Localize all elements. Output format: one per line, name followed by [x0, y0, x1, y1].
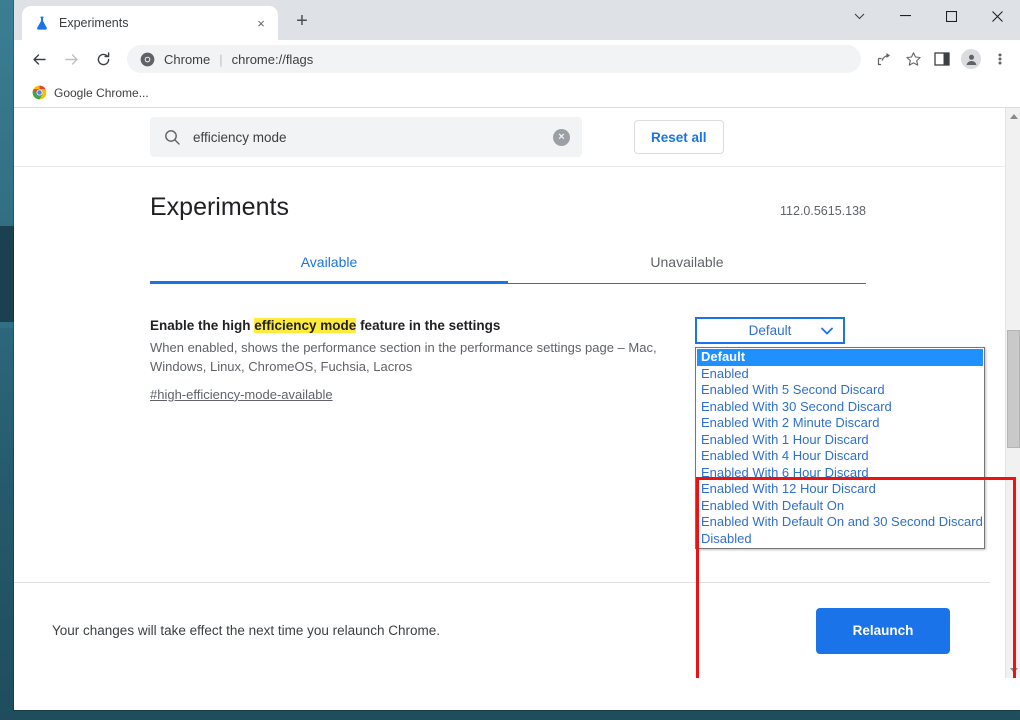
page-heading-row: Experiments 112.0.5615.138: [150, 193, 866, 222]
dropdown-option[interactable]: Enabled: [697, 366, 983, 383]
profile-avatar-icon[interactable]: [957, 45, 985, 73]
flag-info: Enable the high efficiency mode feature …: [150, 317, 670, 404]
tab-title: Experiments: [59, 16, 129, 30]
relaunch-message: Your changes will take effect the next t…: [52, 623, 440, 638]
search-input[interactable]: efficiency mode ×: [150, 117, 582, 157]
flask-icon: [37, 16, 47, 30]
dropdown-option[interactable]: Enabled With 2 Minute Discard: [697, 415, 983, 432]
omnibox-url-text: chrome://flags: [231, 51, 314, 67]
dropdown-option[interactable]: Enabled With 4 Hour Discard: [697, 448, 983, 465]
dropdown-option[interactable]: Enabled With 30 Second Discard: [697, 399, 983, 416]
dropdown-option[interactable]: Default: [697, 349, 983, 366]
bookmarks-bar: Google Chrome...: [14, 78, 1020, 108]
bookmark-label: Google Chrome...: [54, 85, 149, 100]
chrome-logo-icon: [32, 85, 47, 100]
dropdown-options-list[interactable]: Default Enabled Enabled With 5 Second Di…: [695, 347, 985, 549]
relaunch-bar: Your changes will take effect the next t…: [14, 582, 990, 678]
page-title: Experiments: [150, 193, 289, 221]
security-chip-label: Chrome: [164, 51, 211, 67]
chrome-version-label: 112.0.5615.138: [780, 204, 866, 218]
page-scrollbar[interactable]: [1005, 108, 1020, 678]
dropdown-option[interactable]: Enabled With 5 Second Discard: [697, 382, 983, 399]
flag-select-column: Default Default Enabled Enabled With 5 S…: [695, 317, 985, 549]
flags-body: Experiments 112.0.5615.138 Available Una…: [14, 193, 1005, 549]
back-button-icon[interactable]: [24, 44, 54, 74]
minimize-icon[interactable]: [882, 0, 928, 32]
side-panel-icon[interactable]: [928, 45, 956, 73]
chrome-logo-icon: [140, 52, 155, 66]
forward-button-icon[interactable]: [56, 44, 86, 74]
dropdown-option[interactable]: Enabled With 12 Hour Discard: [697, 481, 983, 498]
dropdown-option[interactable]: Enabled With 6 Hour Discard: [697, 465, 983, 482]
flag-description: When enabled, shows the performance sect…: [150, 340, 657, 375]
flags-tabs: Available Unavailable: [150, 244, 866, 284]
chrome-browser-window: Experiments × + Chrome | chrome://flags …: [14, 0, 1020, 710]
reload-button-icon[interactable]: [88, 44, 118, 74]
flag-title-after: feature in the settings: [356, 318, 501, 333]
bookmark-star-icon[interactable]: [899, 45, 927, 73]
window-controls: [836, 0, 1020, 32]
dropdown-option[interactable]: Enabled With Default On and 30 Second Di…: [697, 514, 983, 531]
search-input-value: efficiency mode: [193, 129, 287, 145]
maximize-icon[interactable]: [928, 0, 974, 32]
tab-close-icon[interactable]: ×: [252, 14, 270, 32]
tab-unavailable[interactable]: Unavailable: [508, 244, 866, 283]
clear-search-icon[interactable]: ×: [553, 128, 570, 146]
close-icon[interactable]: [974, 0, 1020, 32]
browser-tab-experiments[interactable]: Experiments ×: [22, 6, 278, 40]
avatar: [961, 49, 981, 69]
flag-select-value: Default: [748, 323, 792, 338]
new-tab-button[interactable]: +: [288, 7, 316, 35]
flag-title-highlight: efficiency mode: [254, 318, 357, 333]
search-icon: [165, 129, 180, 145]
chevron-down-icon: [821, 322, 833, 340]
bookmark-item-google-chrome[interactable]: Google Chrome...: [26, 82, 155, 103]
page-scroll-area: efficiency mode × Reset all Experiments …: [14, 108, 1005, 678]
browser-toolbar: Chrome | chrome://flags: [14, 40, 1020, 78]
share-icon[interactable]: [870, 45, 898, 73]
flags-search-header: efficiency mode × Reset all: [14, 108, 1005, 167]
flag-title-before: Enable the high: [150, 318, 255, 333]
omnibox-separator: |: [219, 51, 223, 67]
reset-all-button[interactable]: Reset all: [634, 120, 724, 154]
dropdown-option[interactable]: Disabled: [697, 531, 983, 548]
flag-title: Enable the high efficiency mode feature …: [150, 317, 670, 335]
toolbar-icon-group: [870, 45, 1014, 73]
scroll-up-arrow-icon[interactable]: [1006, 108, 1020, 124]
three-dot-menu-icon[interactable]: [986, 45, 1014, 73]
flags-page: efficiency mode × Reset all Experiments …: [14, 108, 1020, 678]
desktop-background: Experiments × + Chrome | chrome://flags …: [0, 0, 1020, 720]
flag-entry: Enable the high efficiency mode feature …: [150, 317, 1004, 549]
dropdown-option[interactable]: Enabled With Default On: [697, 498, 983, 515]
flag-select-dropdown[interactable]: Default: [695, 317, 845, 344]
active-tab-underline: [150, 281, 508, 284]
tab-available[interactable]: Available: [150, 244, 508, 283]
scroll-down-arrow-icon[interactable]: [1006, 662, 1020, 678]
scrollbar-thumb[interactable]: [1007, 330, 1020, 448]
tab-strip: Experiments × +: [14, 0, 1020, 40]
tab-search-icon[interactable]: [836, 0, 882, 32]
address-bar[interactable]: Chrome | chrome://flags: [127, 45, 861, 73]
dropdown-option[interactable]: Enabled With 1 Hour Discard: [697, 432, 983, 449]
flag-anchor-link[interactable]: #high-efficiency-mode-available: [150, 387, 333, 402]
relaunch-button[interactable]: Relaunch: [816, 607, 950, 654]
